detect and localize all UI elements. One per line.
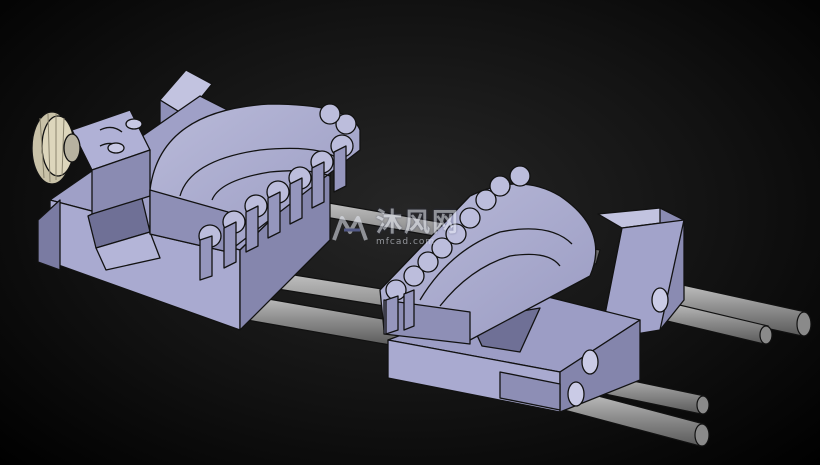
vise-assembly-render: [31, 69, 812, 447]
cad-viewport[interactable]: 沐风网 mfcad.com: [0, 0, 820, 465]
adjustment-knob-icon: [31, 111, 81, 185]
